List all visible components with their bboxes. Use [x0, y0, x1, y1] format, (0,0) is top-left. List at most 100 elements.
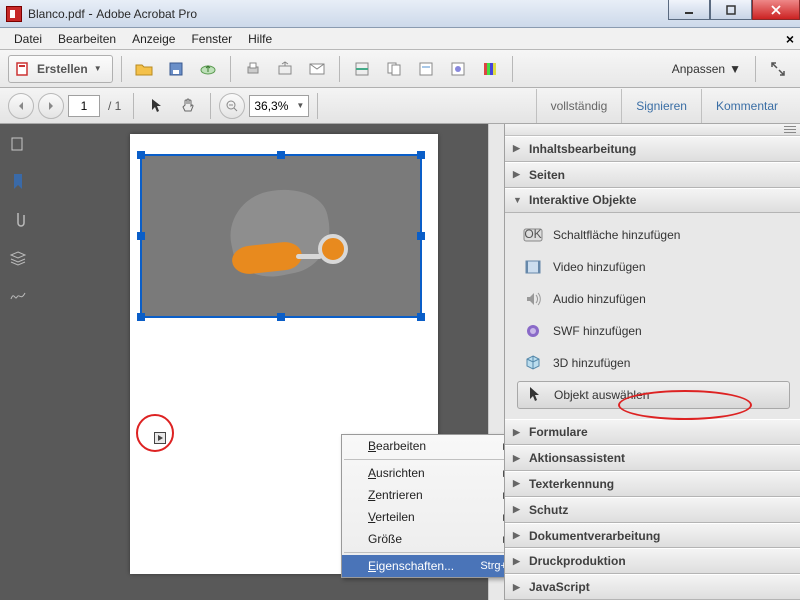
form-button[interactable] [412, 55, 440, 83]
ctx-groesse[interactable]: Größe▶ [342, 528, 504, 550]
tool-add-audio[interactable]: Audio hinzufügen [517, 285, 790, 313]
tool-add-video[interactable]: Video hinzufügen [517, 253, 790, 281]
page-number-input[interactable]: 1 [68, 95, 100, 117]
resize-handle[interactable] [137, 313, 145, 321]
submenu-arrow-icon: ▶ [503, 441, 504, 452]
resize-handle[interactable] [417, 151, 425, 159]
resize-handle[interactable] [417, 313, 425, 321]
menu-fenster[interactable]: Fenster [183, 30, 240, 48]
expand-icon: ▼ [513, 195, 521, 205]
link-vollstaendig[interactable]: vollständig [536, 89, 622, 123]
resize-handle[interactable] [137, 232, 145, 240]
panel-menu-icon[interactable] [784, 125, 796, 133]
next-page-button[interactable] [38, 93, 64, 119]
thumbnails-icon[interactable] [8, 134, 28, 154]
menubar-close-icon[interactable]: × [786, 31, 794, 47]
document-canvas[interactable]: Bearbeiten▶ Ausrichten▶ Zentrieren▶ Vert… [36, 124, 504, 600]
collapse-icon: ▶ [513, 582, 521, 593]
tool-add-button[interactable]: OKSchaltfläche hinzufügen [517, 221, 790, 249]
section-druckproduktion[interactable]: ▶Druckproduktion [505, 548, 800, 574]
maximize-button[interactable] [710, 0, 752, 20]
resize-handle[interactable] [277, 151, 285, 159]
open-button[interactable] [130, 55, 158, 83]
submenu-arrow-icon: ▶ [503, 512, 504, 523]
audio-icon [523, 290, 543, 308]
section-texterkennung[interactable]: ▶Texterkennung [505, 471, 800, 497]
tool-add-swf[interactable]: SWF hinzufügen [517, 317, 790, 345]
hand-tool[interactable] [174, 92, 202, 120]
ctx-verteilen[interactable]: Verteilen▶ [342, 506, 504, 528]
create-button[interactable]: Erstellen ▼ [8, 55, 113, 83]
select-tool[interactable] [142, 92, 170, 120]
section-interaktive-objekte[interactable]: ▼Interaktive Objekte [505, 188, 800, 214]
minimize-button[interactable] [668, 0, 710, 20]
attachment-icon[interactable] [8, 210, 28, 230]
menu-datei[interactable]: Datei [6, 30, 50, 48]
menu-hilfe[interactable]: Hilfe [240, 30, 280, 48]
svg-text:OK: OK [524, 228, 541, 241]
cloud-button[interactable] [194, 55, 222, 83]
link-kommentar[interactable]: Kommentar [701, 89, 792, 123]
menu-anzeige[interactable]: Anzeige [124, 30, 183, 48]
ctx-eigenschaften[interactable]: Eigenschaften...Strg+I [342, 555, 504, 577]
selected-multimedia-object[interactable] [140, 154, 422, 318]
ctx-bearbeiten[interactable]: Bearbeiten▶ [342, 435, 504, 457]
section-javascript[interactable]: ▶JavaScript [505, 574, 800, 600]
collapse-icon: ▶ [513, 504, 521, 515]
shortcut-label: Strg+I [480, 560, 504, 572]
scan-button[interactable] [348, 55, 376, 83]
context-menu: Bearbeiten▶ Ausrichten▶ Zentrieren▶ Vert… [341, 434, 504, 578]
section-inhaltsbearbeitung[interactable]: ▶Inhaltsbearbeitung [505, 136, 800, 162]
share-button[interactable] [271, 55, 299, 83]
zoom-out-button[interactable] [219, 93, 245, 119]
play-icon[interactable] [154, 432, 166, 444]
email-button[interactable] [303, 55, 331, 83]
multimedia-button[interactable] [444, 55, 472, 83]
customize-label: Anpassen [672, 62, 725, 76]
swf-icon [523, 322, 543, 340]
fullscreen-button[interactable] [764, 55, 792, 83]
section-formulare[interactable]: ▶Formulare [505, 419, 800, 445]
page-count: / 1 [108, 99, 121, 113]
navigation-toolbar: 1 / 1 36,3% ▼ vollständig Signieren Komm… [0, 88, 800, 124]
section-dokumentverarbeitung[interactable]: ▶Dokumentverarbeitung [505, 523, 800, 549]
section-seiten[interactable]: ▶Seiten [505, 162, 800, 188]
convert-button[interactable] [380, 55, 408, 83]
resize-handle[interactable] [277, 313, 285, 321]
resize-handle[interactable] [137, 151, 145, 159]
chevron-down-icon: ▼ [94, 64, 102, 73]
submenu-arrow-icon: ▶ [503, 468, 504, 479]
menu-bearbeiten[interactable]: Bearbeiten [50, 30, 124, 48]
customize-button[interactable]: Anpassen ▼ [666, 62, 747, 76]
cursor-icon [524, 386, 544, 404]
print-button[interactable] [239, 55, 267, 83]
submenu-arrow-icon: ▶ [503, 534, 504, 545]
bookmark-icon[interactable] [8, 172, 28, 192]
create-label: Erstellen [37, 62, 88, 76]
resize-handle[interactable] [417, 232, 425, 240]
prev-page-button[interactable] [8, 93, 34, 119]
app-icon [6, 6, 22, 22]
zoom-value: 36,3% [254, 99, 288, 113]
signatures-icon[interactable] [8, 286, 28, 306]
layers-icon[interactable] [8, 248, 28, 268]
tool-add-3d[interactable]: 3D hinzufügen [517, 349, 790, 377]
window-title: Blanco.pdf - Adobe Acrobat Pro [28, 6, 197, 21]
video-icon [523, 258, 543, 276]
section-aktionsassistent[interactable]: ▶Aktionsassistent [505, 445, 800, 471]
link-signieren[interactable]: Signieren [621, 89, 701, 123]
ctx-zentrieren[interactable]: Zentrieren▶ [342, 484, 504, 506]
left-nav-rail [0, 124, 36, 600]
collapse-icon: ▶ [513, 427, 521, 438]
collapse-icon: ▶ [513, 530, 521, 541]
close-button[interactable] [752, 0, 800, 20]
section-schutz[interactable]: ▶Schutz [505, 497, 800, 523]
save-button[interactable] [162, 55, 190, 83]
color-button[interactable] [476, 55, 504, 83]
collapse-icon: ▶ [513, 169, 521, 180]
tool-select-object[interactable]: Objekt auswählen [517, 381, 790, 409]
tools-panel: ▶Inhaltsbearbeitung ▶Seiten ▼Interaktive… [504, 124, 800, 600]
ctx-ausrichten[interactable]: Ausrichten▶ [342, 462, 504, 484]
submenu-arrow-icon: ▶ [503, 490, 504, 501]
zoom-level-input[interactable]: 36,3% ▼ [249, 95, 309, 117]
